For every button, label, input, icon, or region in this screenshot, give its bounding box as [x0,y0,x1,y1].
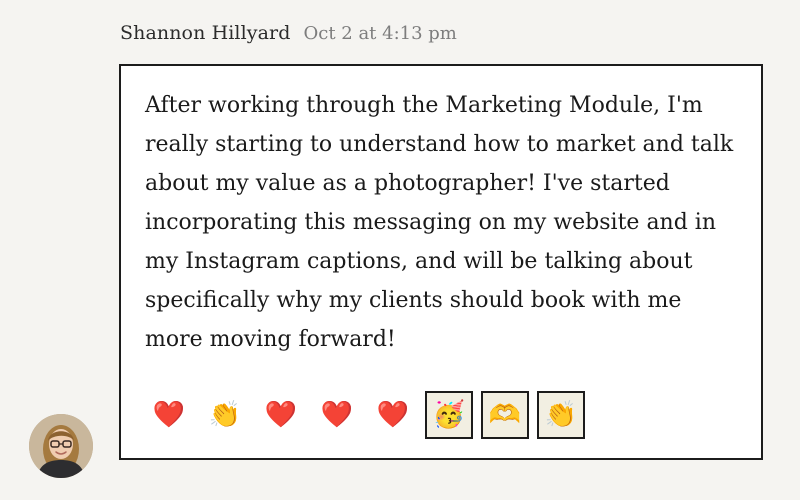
partying-face-icon: 🥳 [432,400,466,430]
reaction-bar: ❤️ 👏 ❤️ ❤️ ❤️ 🥳 🫶 👏 [145,391,593,439]
avatar[interactable] [29,414,93,478]
reaction-button-heart[interactable]: ❤️ [313,391,361,439]
red-heart-icon: ❤️ [320,400,354,430]
reaction-button-heart[interactable]: ❤️ [257,391,305,439]
clapping-hands-icon: 👏 [544,400,578,430]
message-text: After working through the Marketing Modu… [145,93,734,352]
reaction-button-clap[interactable]: 👏 [201,391,249,439]
post-timestamp: Oct 2 at 4:13 pm [303,23,457,44]
heart-hands-icon: 🫶 [488,400,522,430]
clapping-hands-icon: 👏 [208,400,242,430]
red-heart-icon: ❤️ [264,400,298,430]
reaction-button-clap-selected[interactable]: 👏 [537,391,585,439]
author-name[interactable]: Shannon Hillyard [120,22,290,44]
red-heart-icon: ❤️ [152,400,186,430]
red-heart-icon: ❤️ [376,400,410,430]
reaction-button-party-selected[interactable]: 🥳 [425,391,473,439]
reaction-button-heart[interactable]: ❤️ [369,391,417,439]
post-header: Shannon Hillyard Oct 2 at 4:13 pm [120,22,457,50]
reaction-button-heart-hands-selected[interactable]: 🫶 [481,391,529,439]
message-card: After working through the Marketing Modu… [119,64,763,460]
avatar-portrait-icon [29,414,93,478]
reaction-button-heart[interactable]: ❤️ [145,391,193,439]
